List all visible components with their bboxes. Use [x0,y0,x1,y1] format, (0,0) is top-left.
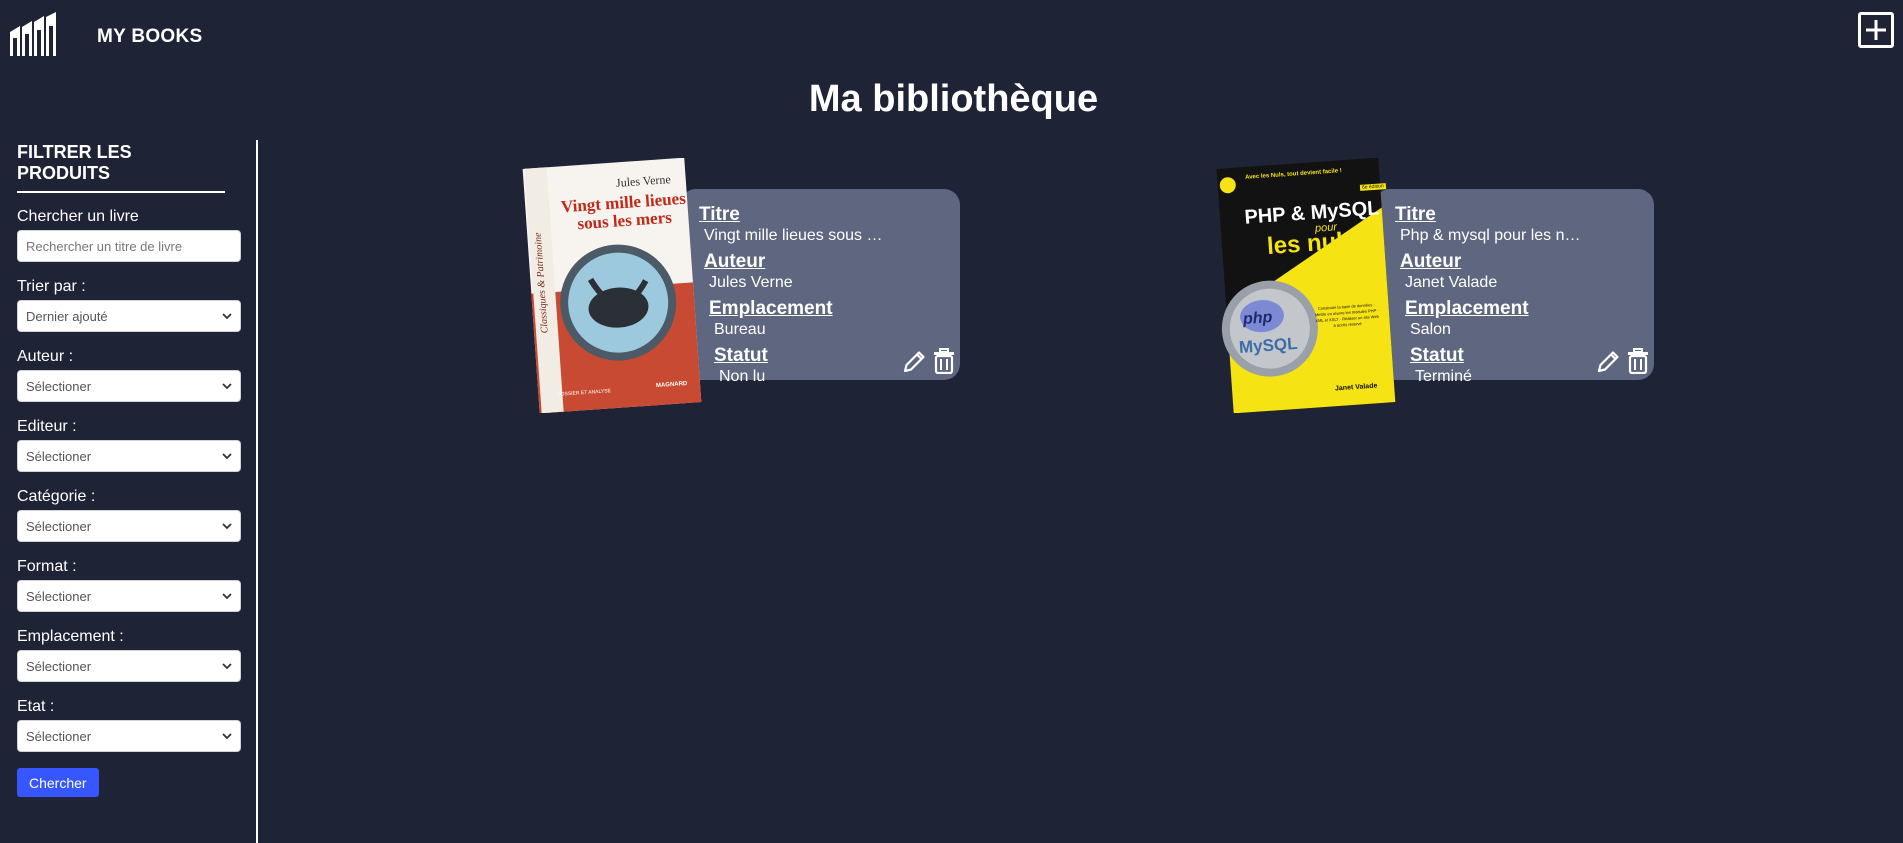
title-label: Titre [1395,204,1436,225]
sidebar-divider [256,140,258,843]
search-placeholder: Rechercher un titre de livre [26,238,183,254]
filter-heading: FILTRER LES PRODUITS [17,142,225,193]
chevron-down-icon [222,313,232,320]
format-label: Format : [17,558,77,575]
state-label: Etat : [17,698,55,715]
author-select[interactable]: Sélectioner [17,370,241,402]
cover-php-logo: php [1242,308,1273,329]
chevron-down-icon [222,383,232,390]
brand-name[interactable]: MY BOOKS [97,26,203,48]
status-label: Statut [1410,345,1464,366]
chevron-down-icon [222,523,232,530]
author-label: Auteur [1400,251,1462,272]
author-group: Auteur : Sélectioner [17,348,241,402]
state-value: Sélectioner [26,728,92,744]
location-label: Emplacement : [17,628,124,645]
status-label: Statut [714,345,768,366]
book-cover-image[interactable]: Jules Verne Vingt mille lieues sous les … [521,157,703,414]
search-label: Chercher un livre [17,208,139,225]
book-status: Terminé [1415,368,1472,385]
book-cover-image[interactable]: Avec les Nuls, tout devient facile ! 6e … [1215,157,1397,414]
book-location: Salon [1410,321,1451,338]
book-author: Jules Verne [709,274,793,291]
top-bar: MY BOOKS [0,0,1903,72]
pencil-icon[interactable] [1596,348,1620,374]
card-actions [1596,348,1650,374]
format-value: Sélectioner [26,588,92,604]
chevron-down-icon [222,663,232,670]
card-actions [902,348,956,374]
book-location: Bureau [714,321,766,338]
book-title: Php & mysql pour les n… [1400,227,1581,244]
page-title: Ma bibliothèque [808,78,1099,120]
book-title: Vingt mille lieues sous … [704,227,883,244]
cover-illustration [1216,157,1396,414]
sort-group: Trier par : Dernier ajouté [17,278,241,332]
category-label: Catégorie : [17,488,96,505]
location-select[interactable]: Sélectioner [17,650,241,682]
sort-select[interactable]: Dernier ajouté [17,300,241,332]
chevron-down-icon [222,453,232,460]
format-group: Format : Sélectioner [17,558,241,612]
category-group: Catégorie : Sélectioner [17,488,241,542]
books-icon[interactable] [8,12,62,58]
cover-mysql-logo: MySQL [1238,333,1299,358]
sort-value: Dernier ajouté [26,308,108,324]
publisher-value: Sélectioner [26,448,92,464]
publisher-select[interactable]: Sélectioner [17,440,241,472]
title-label: Titre [699,204,740,225]
publisher-label: Editeur : [17,418,77,435]
category-select[interactable]: Sélectioner [17,510,241,542]
book-card[interactable]: Titre Php & mysql pour les n… Auteur Jan… [1374,189,1654,385]
location-value: Sélectioner [26,658,92,674]
plus-icon [1866,20,1886,40]
book-details: Titre Vingt mille lieues sous … Auteur J… [699,204,889,392]
sort-label: Trier par : [17,278,86,295]
pencil-icon[interactable] [902,348,926,374]
filter-sidebar: FILTRER LES PRODUITS Chercher un livre R… [17,140,241,797]
trash-icon[interactable] [1626,348,1650,374]
author-label: Auteur [704,251,766,272]
state-select[interactable]: Sélectioner [17,720,241,752]
book-details: Titre Php & mysql pour les n… Auteur Jan… [1395,204,1585,392]
book-status: Non lu [719,368,766,385]
book-author: Janet Valade [1405,274,1498,291]
cover-bullets: Construire la base de données · Mettre e… [1314,302,1380,328]
location-group: Emplacement : Sélectioner [17,628,241,682]
search-group: Chercher un livre Rechercher un titre de… [17,208,241,262]
trash-icon[interactable] [932,348,956,374]
location-label: Emplacement [709,298,833,319]
book-card[interactable]: Titre Vingt mille lieues sous … Auteur J… [680,189,960,385]
location-label: Emplacement [1405,298,1529,319]
format-select[interactable]: Sélectioner [17,580,241,612]
state-group: Etat : Sélectioner [17,698,241,752]
author-value: Sélectioner [26,378,92,394]
chevron-down-icon [222,593,232,600]
author-label: Auteur : [17,348,74,365]
publisher-group: Editeur : Sélectioner [17,418,241,472]
category-value: Sélectioner [26,518,92,534]
search-button[interactable]: Chercher [17,768,99,797]
search-input[interactable]: Rechercher un titre de livre [17,230,241,262]
add-book-button[interactable] [1858,12,1894,48]
chevron-down-icon [222,733,232,740]
